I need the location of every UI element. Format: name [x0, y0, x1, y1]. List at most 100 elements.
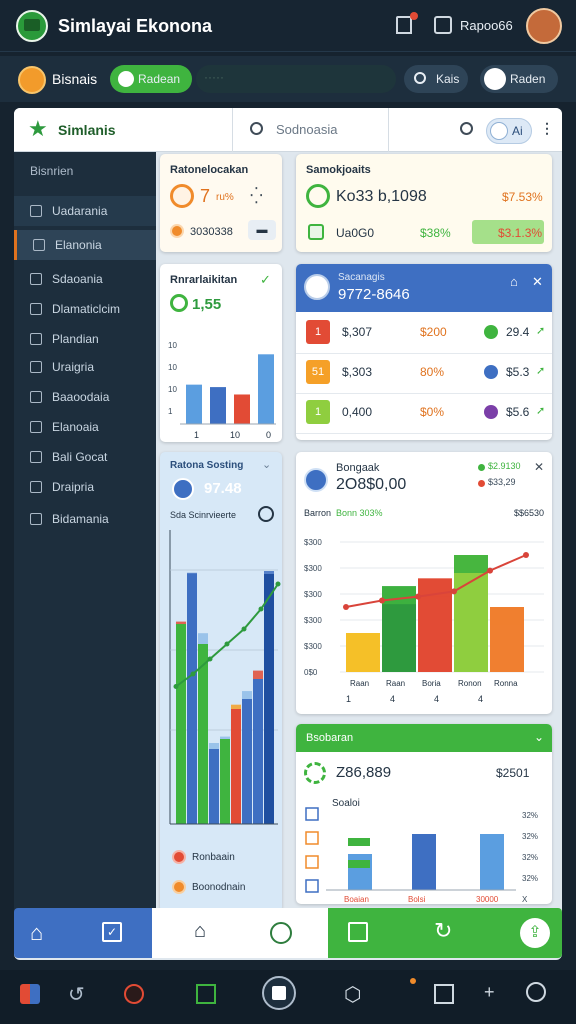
card-g-marker	[348, 838, 370, 846]
card-g-row-icon	[305, 831, 319, 845]
plus-icon[interactable]: +	[484, 982, 495, 1003]
sidebar-item-11[interactable]: Bidamania	[14, 504, 156, 534]
card-e-bar-top	[231, 704, 241, 709]
card-e-subtitle: Sda Scinrvieerte	[170, 510, 237, 520]
card-a-icon	[170, 184, 194, 208]
more-icon[interactable]: ⋮	[540, 120, 554, 137]
square-green-icon[interactable]	[196, 984, 216, 1004]
card-e-point	[173, 684, 179, 689]
card-f-ylabel: Barron	[304, 508, 332, 518]
card-b-percent2: $38%	[420, 226, 451, 240]
notify-dot-icon	[410, 12, 418, 20]
shield-icon[interactable]: ⬡	[344, 982, 361, 1007]
card-g-ytick: 32%	[522, 811, 538, 820]
card-a-action-icon[interactable]: ⁛	[250, 186, 263, 206]
clock-icon[interactable]	[270, 922, 292, 944]
card-g-xtick: 30000	[476, 895, 499, 904]
home-icon[interactable]: ⌂	[30, 920, 43, 946]
browser-icon[interactable]	[124, 984, 144, 1004]
card-f-close-icon[interactable]: ✕	[534, 460, 544, 474]
undo-icon[interactable]: ↺	[68, 982, 85, 1007]
avatar[interactable]	[526, 8, 562, 44]
search-input[interactable]: Sodnoasia	[276, 122, 337, 137]
card-e-bar-top	[253, 670, 263, 679]
card-e-point	[258, 606, 264, 612]
window-icon[interactable]	[348, 922, 368, 942]
window-taskbar-icon[interactable]	[434, 984, 454, 1004]
sidebar-item-6[interactable]: Uraigria	[14, 352, 156, 382]
card-c-bar	[210, 387, 226, 424]
apps-icon[interactable]	[20, 984, 40, 1004]
sidebar-item-label: Elanonia	[55, 238, 102, 252]
sidebar-item-label: Draipria	[52, 480, 95, 494]
search-input-icon	[250, 122, 263, 135]
card-g-row-icon	[305, 855, 319, 869]
sidebar-item-4[interactable]: Dlamaticlcim	[14, 294, 156, 324]
card-g-right-value: $2501	[496, 766, 530, 780]
card-e-chevron-icon[interactable]: ⌄	[262, 458, 271, 471]
check-square-icon[interactable]: ✓	[102, 922, 122, 942]
card-b[interactable]: Samokjoaits Ko33 b,1098 $7.53% Ua0G0 $38…	[296, 154, 552, 252]
sidebar-item-2[interactable]: Elanonia	[14, 230, 156, 260]
card-c-check-icon[interactable]: ✓	[260, 272, 271, 288]
card-e[interactable]: Ratona Sosting ⌄ 97.48 Sda Scinrvieerte …	[160, 452, 282, 912]
sidebar-item-9[interactable]: Bali Gocat	[14, 442, 156, 472]
search-icon	[414, 72, 426, 84]
card-d-home-icon[interactable]: ⌂	[510, 274, 518, 289]
card-f-value: 2O8$0,00	[336, 476, 407, 493]
refresh-icon[interactable]: ↻	[434, 918, 452, 944]
card-d-row-percent: $0%	[420, 405, 445, 419]
card-f-point	[487, 567, 493, 574]
home-notify-icon[interactable]	[396, 16, 412, 34]
card-f-ytick: $300	[304, 538, 322, 547]
bottom-nav: ⌂ ✓ ⌂ ↻ ⇪	[14, 908, 562, 958]
card-b-row-label: Ua0G0	[336, 226, 375, 240]
settings-icon[interactable]	[526, 982, 546, 1002]
card-f-right-label: $$6530	[514, 508, 545, 518]
card-g-icon	[304, 762, 326, 784]
card-f-xnum: 1	[346, 694, 351, 704]
card-f-bar-top	[454, 555, 488, 573]
card-a[interactable]: Ratonelocakan 7 ru% ⁛ 3030338 ▬	[160, 154, 282, 252]
sidebar-item-3[interactable]: Sdaoania	[14, 264, 156, 294]
card-d-row-percent: 80%	[420, 365, 445, 379]
card-g-ytick: 32%	[522, 874, 538, 883]
calendar-icon[interactable]	[434, 16, 452, 34]
card-a-dot-icon	[170, 224, 184, 238]
sidebar-item-label: Bali Gocat	[52, 450, 108, 464]
card-d[interactable]: Sacanagis 9772-8646 ⌂ ✕ 1 $,307 $200 29.4 ➚ 5…	[296, 264, 552, 440]
card-f[interactable]: Bongaak 2O8$0,00 $2.9130 $33,29 ✕ Barron…	[296, 452, 552, 714]
card-g-bar	[412, 834, 436, 890]
card-d-close-icon[interactable]: ✕	[532, 274, 543, 290]
card-g-value: Z86,889	[336, 764, 392, 781]
upload-icon[interactable]: ⇪	[520, 918, 550, 948]
card-g-chevron-icon[interactable]: ⌄	[534, 730, 544, 744]
card-f-xtick: Ronon	[458, 679, 482, 688]
card-f-title: Bongaak	[336, 462, 380, 474]
house-icon[interactable]: ⌂	[194, 920, 206, 943]
sidebar-item-5[interactable]: Plandian	[14, 324, 156, 354]
card-d-header: Sacanagis	[338, 272, 385, 283]
card-f-chart: $300 $300 $300 $300 $300 0$0 Raan Raan Boria Rono…	[304, 538, 544, 704]
card-e-action-icon[interactable]	[258, 506, 274, 522]
search-button-icon[interactable]	[460, 122, 473, 135]
card-d-row-arrow-icon: ➚	[536, 325, 546, 337]
card-d-row-dot-icon	[484, 405, 498, 419]
sidebar-item-icon	[33, 239, 45, 251]
card-a-title: Ratonelocakan	[170, 164, 249, 176]
sidebar-item-8[interactable]: Elanoaia	[14, 412, 156, 442]
card-f-xtick: Ronna	[494, 679, 518, 688]
right-chip-label: Raden	[510, 72, 546, 86]
card-g-row-icon	[305, 879, 319, 893]
card-c-xtick: 1	[194, 430, 199, 440]
card-e-icon	[172, 478, 194, 500]
card-c[interactable]: Rnrarlaikitan ✓ 1,55 10 10 10 1 1 10 0	[160, 264, 282, 442]
divider-2	[388, 108, 389, 152]
card-a-button[interactable]: ▬	[248, 220, 276, 240]
card-b-percent1: $7.53%	[502, 190, 543, 204]
sidebar-item-7[interactable]: Baaoodaia	[14, 382, 156, 412]
sidebar-item-10[interactable]: Draipria	[14, 472, 156, 502]
card-g[interactable]: Bsobaran ⌄ Z86,889 $2501 Soaloi 32% 32% 32…	[296, 724, 552, 904]
card-f-bar-top	[346, 633, 380, 651]
sidebar-item-1[interactable]: Uadarania	[14, 196, 156, 226]
